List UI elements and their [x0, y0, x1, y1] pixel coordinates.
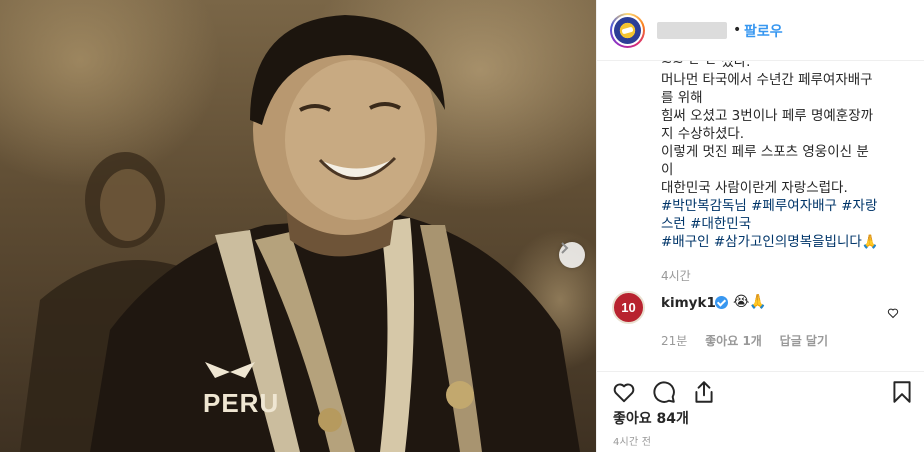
caption-line: ~~ ㄷ ㄷ 셨다.	[661, 61, 751, 70]
hashtag-line[interactable]: 스런 #대한민국	[661, 215, 911, 233]
post-side-panel: • 팔로우 ~~ ㄷ ㄷ 셨다. 머나먼 타국에서 수년간 페루여자배구 를 위…	[596, 0, 924, 452]
post-header: • 팔로우	[597, 0, 924, 61]
hashtag-line[interactable]: #박만복감독님 #페루여자배구 #자랑	[661, 197, 911, 215]
comment-icon	[653, 381, 675, 403]
verified-badge-icon	[715, 296, 728, 309]
like-count[interactable]: 좋아요 84개	[613, 408, 689, 428]
action-bar	[597, 371, 924, 411]
comment-text: 😭🙏	[733, 294, 767, 310]
like-button[interactable]	[611, 379, 637, 405]
comments-section: ~~ ㄷ ㄷ 셨다. 머나먼 타국에서 수년간 페루여자배구 를 위해 힘써 오…	[597, 61, 924, 371]
caption-text: ~~ ㄷ ㄷ 셨다. 머나먼 타국에서 수년간 페루여자배구 를 위해 힘써 오…	[661, 61, 911, 251]
caption-line: 대한민국 사람이란게 자랑스럽다.	[661, 180, 848, 196]
volleyball-logo-icon	[614, 17, 641, 44]
chevron-right-icon	[561, 242, 569, 254]
caption-line: 지 수상하셨다.	[661, 126, 745, 142]
caption-line: 이	[661, 162, 674, 178]
bookmark-icon	[893, 381, 911, 403]
share-button[interactable]	[691, 379, 717, 405]
comment-likes[interactable]: 좋아요 1개	[705, 334, 762, 348]
share-icon	[695, 381, 713, 403]
commenter-avatar[interactable]: 10	[612, 291, 645, 324]
reply-button[interactable]: 답글 달기	[780, 334, 828, 348]
carousel-next-button[interactable]	[559, 242, 585, 268]
comment-button[interactable]	[651, 379, 677, 405]
save-button[interactable]	[889, 379, 915, 405]
caption-timestamp[interactable]: 4시간	[661, 267, 691, 284]
jersey-text: PERU	[203, 388, 280, 418]
heart-icon	[613, 383, 635, 403]
heart-icon	[887, 308, 899, 319]
caption-line: 를 위해	[661, 90, 703, 106]
commenter-avatar-text: 10	[621, 300, 636, 315]
caption-line: 힘써 오셨고 3번이나 페루 명예훈장까	[661, 108, 874, 124]
username-redacted[interactable]	[657, 22, 727, 39]
sepia-photo-illustration	[20, 15, 580, 452]
comment-like-button[interactable]	[887, 304, 899, 323]
comment-time[interactable]: 21분	[661, 334, 687, 348]
follow-button[interactable]: 팔로우	[744, 21, 783, 41]
separator-dot: •	[733, 22, 742, 38]
caption-line: 이렇게 멋진 페루 스포츠 영웅이신 분	[661, 144, 869, 160]
hashtag-line[interactable]: #배구인 #삼가고인의명복을빕니다🙏	[661, 233, 911, 251]
comment-meta: 21분 좋아요 1개 답글 달기	[661, 332, 842, 349]
post-timestamp[interactable]: 4시간 전	[613, 433, 651, 448]
avatar[interactable]	[610, 13, 645, 48]
caption-line: 머나먼 타국에서 수년간 페루여자배구	[661, 72, 873, 88]
post-photo: PERU	[0, 0, 596, 452]
